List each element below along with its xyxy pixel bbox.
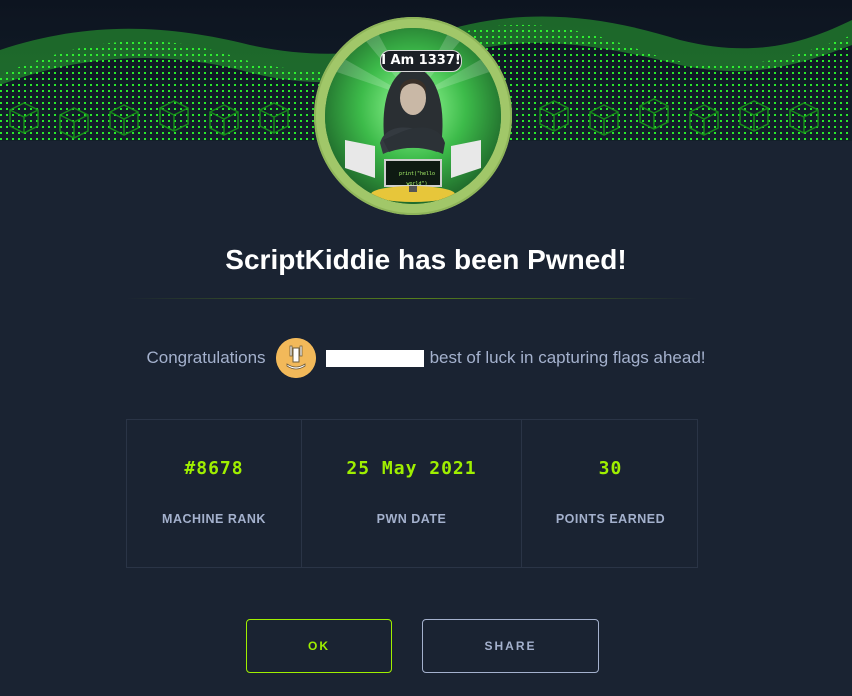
trophy-avatar-icon — [275, 338, 316, 378]
congrats-prefix: Congratulations — [146, 348, 266, 367]
username: H — [325, 348, 338, 368]
stat-machine-rank: #8678 MACHINE RANK — [127, 420, 301, 567]
share-button[interactable]: SHARE — [422, 619, 599, 673]
pwned-title: ScriptKiddie has been Pwned! — [225, 244, 627, 275]
stats-panel: #8678 MACHINE RANK 25 May 2021 PWN DATE … — [126, 419, 698, 568]
user-avatar[interactable] — [275, 338, 316, 378]
stat-label: PWN DATE — [376, 512, 447, 526]
username-redacted[interactable]: H — [325, 348, 424, 368]
stat-points-earned: 30 POINTS EARNED — [521, 420, 699, 567]
congrats-suffix: best of luck in capturing flags ahead! — [429, 348, 706, 367]
divider — [126, 298, 698, 299]
code-snippet: print("hello world") — [398, 171, 436, 187]
machine-avatar-image: I Am 1337! print("hello world") — [325, 28, 501, 204]
stat-label: MACHINE RANK — [162, 512, 266, 526]
ok-button[interactable]: OK — [246, 619, 392, 673]
stat-label: POINTS EARNED — [555, 512, 666, 526]
congrats-message: Congratulations H best of luck in captur… — [0, 338, 852, 378]
stat-value: 25 May 2021 — [346, 458, 477, 479]
stat-value: 30 — [598, 458, 623, 479]
stat-value: #8678 — [184, 458, 244, 479]
stat-pwn-date: 25 May 2021 PWN DATE — [301, 420, 521, 567]
machine-avatar-badge: I Am 1337! print("hello world") — [314, 17, 512, 215]
speech-bubble: I Am 1337! — [380, 50, 462, 72]
